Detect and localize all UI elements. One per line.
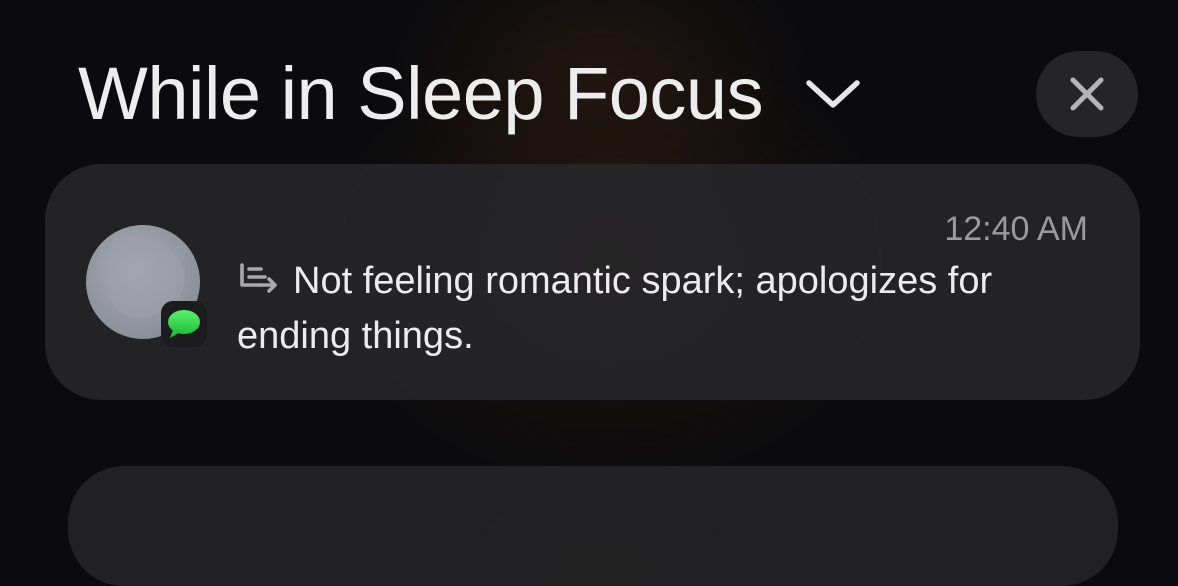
summary-icon xyxy=(237,260,281,311)
notification-message: Not feeling romantic spark; apologizes f… xyxy=(237,256,1097,362)
close-icon xyxy=(1070,77,1104,111)
chevron-down-icon[interactable] xyxy=(805,74,861,114)
messages-icon xyxy=(161,301,207,347)
notification-card[interactable]: 12:40 AM Not feeling romantic spark; apo… xyxy=(45,164,1140,400)
page-title: While in Sleep Focus xyxy=(78,52,764,135)
message-text: Not feeling romantic spark; apologizes f… xyxy=(237,260,993,357)
focus-header: While in Sleep Focus xyxy=(78,48,861,140)
close-button[interactable] xyxy=(1036,51,1138,137)
notification-timestamp: 12:40 AM xyxy=(944,210,1088,248)
next-notification-card[interactable] xyxy=(68,466,1118,586)
